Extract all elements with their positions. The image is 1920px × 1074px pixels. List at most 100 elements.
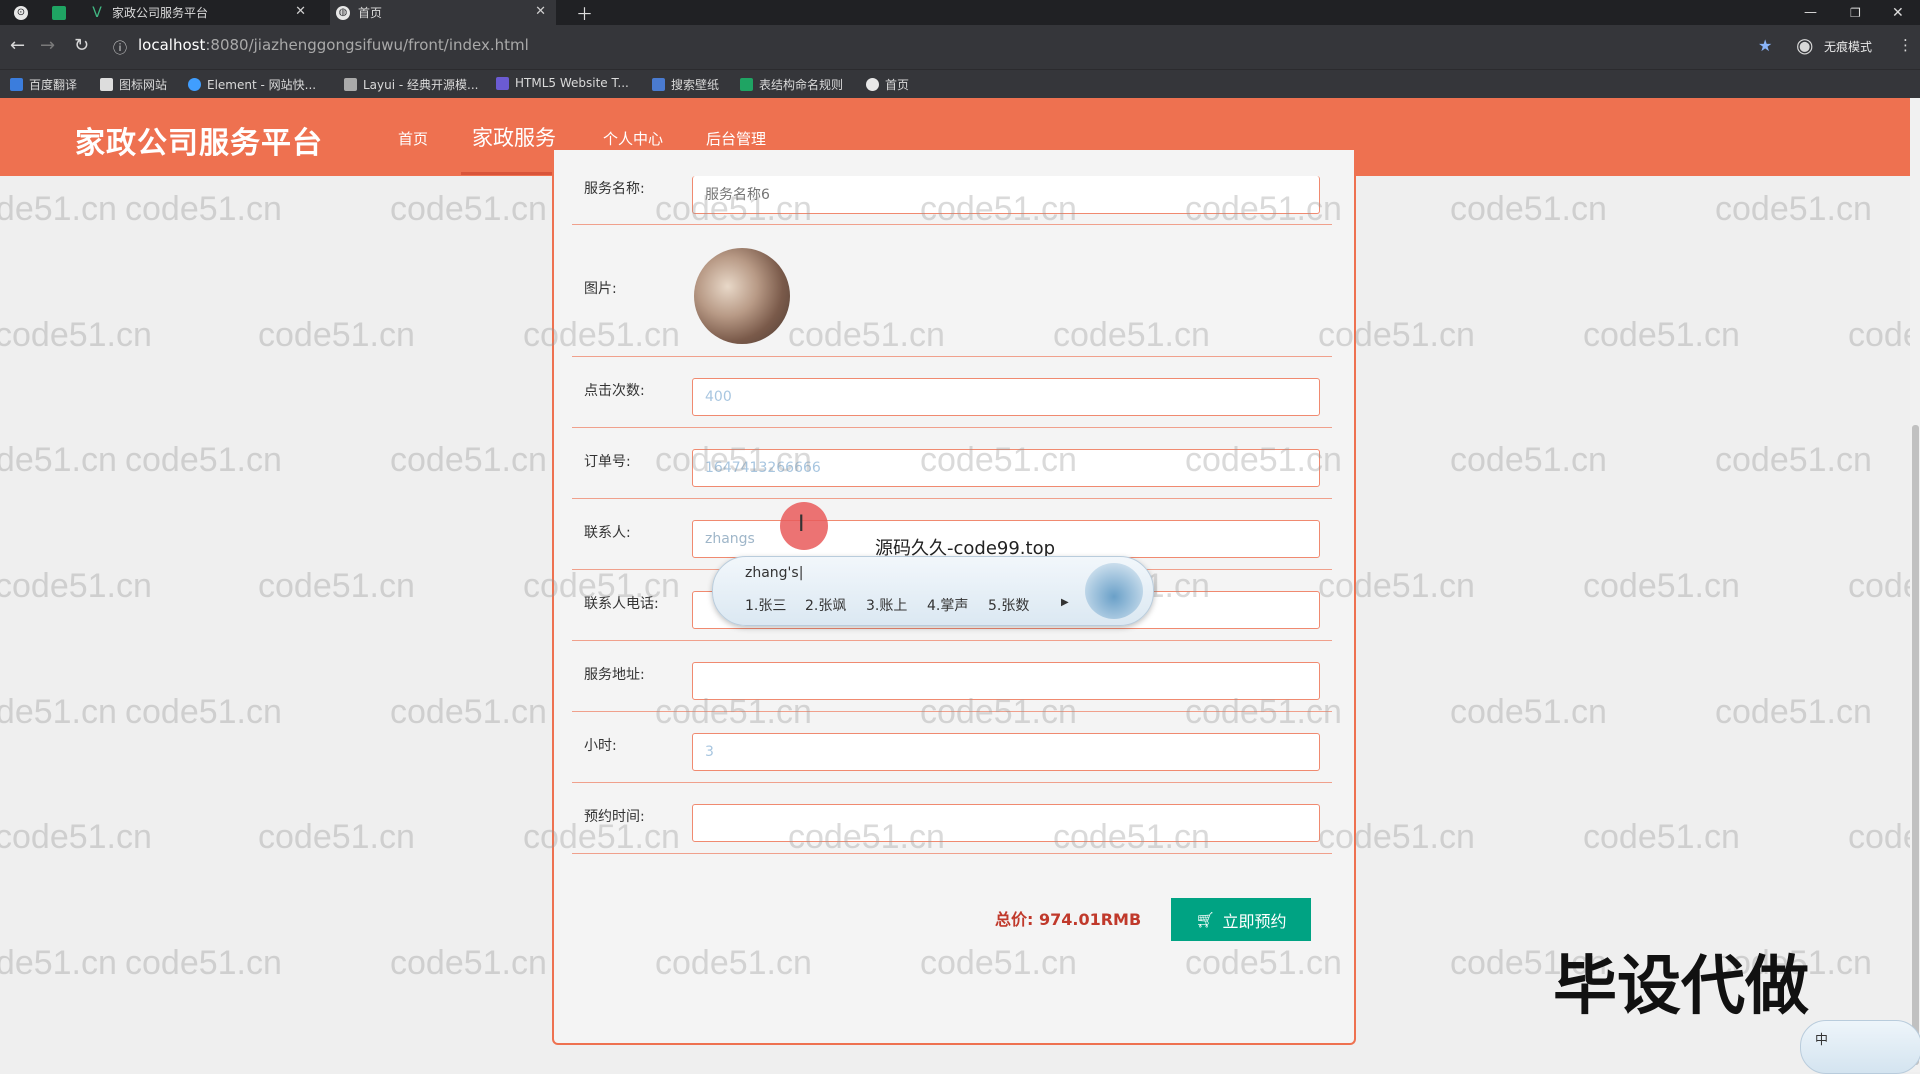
nav-personal-center[interactable]: 个人中心 <box>603 128 663 149</box>
field-label: 预约时间: <box>584 809 645 825</box>
watermark-text: code51.cn <box>0 316 152 354</box>
watermark-text: code51.cn <box>1715 441 1872 479</box>
bookmark-item[interactable]: HTML5 Website T... <box>496 76 629 90</box>
watermark-text: code51.cn <box>0 567 152 605</box>
ime-candidate[interactable]: 1.张三 <box>745 595 786 615</box>
green-square-icon <box>52 5 66 20</box>
bookmark-item[interactable]: 首页 <box>866 76 909 93</box>
menu-dots-icon[interactable]: ⋮ <box>1898 36 1913 54</box>
watermark-text: code51.cn <box>125 693 282 731</box>
tab-title: 家政公司服务平台 <box>112 6 209 20</box>
ime-candidate[interactable]: 3.账上 <box>866 595 907 615</box>
watermark-text: code51.cn <box>125 944 282 982</box>
close-icon[interactable]: ✕ <box>295 4 306 19</box>
field-label: 联系人电话: <box>584 596 659 612</box>
field-label: 图片: <box>584 281 617 297</box>
nav-admin[interactable]: 后台管理 <box>706 128 766 149</box>
watermark-text: code51.cn <box>1583 818 1740 856</box>
tab-title: 首页 <box>358 6 383 20</box>
html5-icon <box>496 76 509 90</box>
back-icon[interactable]: ← <box>10 35 25 56</box>
watermark-text: code51.cn <box>1583 567 1740 605</box>
next-page-icon[interactable]: ▶ <box>1061 597 1069 608</box>
watermark-text: code51.cn <box>1450 693 1607 731</box>
ime-composition: zhang's| <box>745 565 804 581</box>
cart-icon: 🛒︎ <box>1195 911 1215 929</box>
tab-green[interactable] <box>52 0 74 25</box>
watermark-text: code51.cn <box>258 818 415 856</box>
translate-icon <box>10 78 23 91</box>
field-label: 小时: <box>584 738 617 754</box>
browser-tab-bar: ⊙ V 家政公司服务平台 ✕ ◍ 首页 ✕ ＋ — ❐ ✕ <box>0 0 1920 25</box>
ime-candidate[interactable]: 5.张数 <box>988 595 1029 615</box>
profile-label[interactable]: 无痕模式 <box>1824 38 1872 55</box>
bookmark-item[interactable]: 表结构命名规则 <box>740 76 843 93</box>
watermark-text: code51.cn <box>390 944 547 982</box>
ime-candidate[interactable]: 4.掌声 <box>927 595 968 615</box>
sheet-icon <box>740 78 753 91</box>
nav-housekeeping[interactable]: 家政服务 <box>472 122 556 152</box>
form-row-hours: 小时: <box>572 723 1332 783</box>
restore-icon[interactable]: ❐ <box>1850 0 1861 25</box>
watermark-text: code51.cn <box>125 441 282 479</box>
tab-jiazheng[interactable]: V 家政公司服务平台 ✕ <box>90 0 316 25</box>
vue-icon: V <box>92 4 102 21</box>
order-number-input[interactable] <box>692 449 1320 487</box>
bookmark-item[interactable]: 图标网站 <box>100 76 167 93</box>
watermark-text: code51.cn <box>125 190 282 228</box>
book-now-label: 立即预约 <box>1222 913 1287 931</box>
book-now-button[interactable]: 🛒︎ 立即预约 <box>1171 898 1311 941</box>
bookmark-item[interactable]: 搜索壁纸 <box>652 76 719 93</box>
form-row-appointment-time: 预约时间: <box>572 794 1332 854</box>
forward-icon[interactable]: → <box>40 35 55 56</box>
ime-skin-icon <box>1085 563 1143 619</box>
bookmark-item[interactable]: Element - 网站快... <box>188 76 316 93</box>
tab-home[interactable]: ◍ 首页 ✕ <box>330 0 556 25</box>
form-row-order-no: 订单号: <box>572 439 1332 499</box>
ime-mode-label: 中 <box>1815 1033 1829 1048</box>
reload-icon[interactable]: ↻ <box>74 35 89 56</box>
ime-candidate[interactable]: 2.张飒 <box>805 595 846 615</box>
element-icon <box>188 78 201 91</box>
close-icon[interactable]: ✕ <box>535 4 546 19</box>
promo-text: 毕设代做 <box>1553 950 1809 1024</box>
url-field[interactable]: localhost:8080/jiazhenggongsifuwu/front/… <box>138 36 529 54</box>
new-tab-button[interactable]: ＋ <box>576 0 593 25</box>
star-icon[interactable]: ★ <box>1758 36 1772 55</box>
globe-icon: ◍ <box>336 5 350 20</box>
watermark-text: code51.cn <box>258 567 415 605</box>
field-label: 订单号: <box>584 454 631 470</box>
total-label: 总价: <box>995 910 1034 929</box>
flag-icon <box>100 78 113 91</box>
form-row-service-name: 服务名称: <box>572 176 1332 225</box>
ime-candidate-window: zhang's| 1.张三 2.张飒 3.账上 4.掌声 5.张数 ▶ <box>712 556 1154 626</box>
appointment-time-input[interactable] <box>692 804 1320 842</box>
bookmark-item[interactable]: Layui - 经典开源模... <box>344 76 478 93</box>
layui-icon <box>344 78 357 91</box>
watermark-text: code51.cn <box>1450 441 1607 479</box>
field-label: 服务名称: <box>584 181 645 197</box>
hours-input[interactable] <box>692 733 1320 771</box>
clicks-input[interactable] <box>692 378 1320 416</box>
service-name-input[interactable] <box>692 176 1320 214</box>
total-price: 总价: 974.01RMB <box>995 906 1141 930</box>
info-icon[interactable]: ⓘ <box>113 38 127 58</box>
site-title: 家政公司服务平台 <box>75 126 323 161</box>
minimize-icon[interactable]: — <box>1804 0 1817 25</box>
watermark-text: code51.cn <box>0 190 117 228</box>
url-path: :8080/jiazhenggongsifuwu/front/index.htm… <box>205 36 529 54</box>
watermark-text: code51.cn <box>0 441 117 479</box>
bookmarks-bar: 百度翻译 图标网站 Element - 网站快... Layui - 经典开源模… <box>0 69 1920 99</box>
nav-home[interactable]: 首页 <box>398 128 428 149</box>
tab-chrome[interactable]: ⊙ <box>14 0 36 25</box>
form-row-address: 服务地址: <box>572 652 1332 712</box>
watermark-text: code51.cn <box>1715 693 1872 731</box>
address-input[interactable] <box>692 662 1320 700</box>
bookmark-item[interactable]: 百度翻译 <box>10 76 77 93</box>
ime-status-bar[interactable]: 中 <box>1800 1020 1920 1074</box>
window-close-icon[interactable]: ✕ <box>1892 0 1904 25</box>
watermark-text: code51.cn <box>390 441 547 479</box>
watermark-text: code51.cn <box>390 693 547 731</box>
wallpaper-icon <box>652 78 665 91</box>
scrollbar-thumb[interactable] <box>1912 425 1919 1065</box>
